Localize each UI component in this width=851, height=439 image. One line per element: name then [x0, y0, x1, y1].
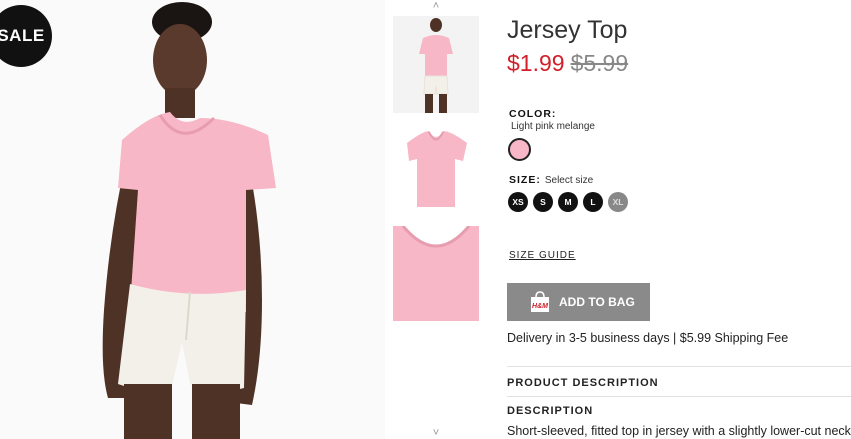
thumbnail-flat-lay[interactable]	[393, 121, 479, 218]
shopping-bag-icon: H&M	[529, 291, 551, 313]
divider	[507, 366, 851, 367]
size-option-s[interactable]: S	[533, 192, 553, 212]
brand-logo-mark: H&M	[532, 303, 548, 310]
divider	[507, 396, 851, 397]
product-title: Jersey Top	[507, 16, 628, 44]
color-name: Light pink melange	[511, 121, 595, 132]
delivery-info: Delivery in 3-5 business days | $5.99 Sh…	[507, 331, 789, 345]
product-description-heading[interactable]: PRODUCT DESCRIPTION	[507, 377, 659, 389]
thumbnail-model[interactable]	[393, 16, 479, 113]
add-to-bag-button[interactable]: H&M ADD TO BAG	[507, 283, 650, 321]
size-guide-link[interactable]: SIZE GUIDE	[509, 250, 576, 261]
product-details: Jersey Top $1.99 $5.99 COLOR: Light pink …	[507, 0, 851, 439]
size-option-l[interactable]: L	[583, 192, 603, 212]
thumbnail-detail[interactable]	[393, 226, 479, 321]
thumb-up-arrow-icon[interactable]: ˄	[393, 0, 479, 12]
size-option-xs[interactable]: XS	[508, 192, 528, 212]
price: $1.99 $5.99	[507, 50, 628, 77]
color-label: COLOR:	[509, 108, 557, 120]
model-photo	[0, 0, 385, 439]
description-text: Short-sleeved, fitted top in jersey with…	[507, 424, 851, 438]
main-product-image[interactable]: SALE	[0, 0, 385, 439]
size-option-m[interactable]: M	[558, 192, 578, 212]
size-options: XS S M L XL	[508, 192, 628, 212]
add-to-bag-label: ADD TO BAG	[559, 295, 635, 309]
thumbnail-strip: ˄ ˅	[393, 0, 479, 439]
description-heading: DESCRIPTION	[507, 405, 594, 417]
thumb-down-arrow-icon[interactable]: ˅	[393, 427, 479, 439]
sale-price: $1.99	[507, 50, 565, 76]
size-label-row: SIZE: Select size	[509, 174, 593, 186]
size-label: SIZE:	[509, 174, 541, 186]
original-price: $5.99	[570, 50, 629, 76]
size-option-xl[interactable]: XL	[608, 192, 628, 212]
color-swatch-light-pink[interactable]	[508, 138, 531, 161]
size-hint: Select size	[544, 175, 594, 186]
